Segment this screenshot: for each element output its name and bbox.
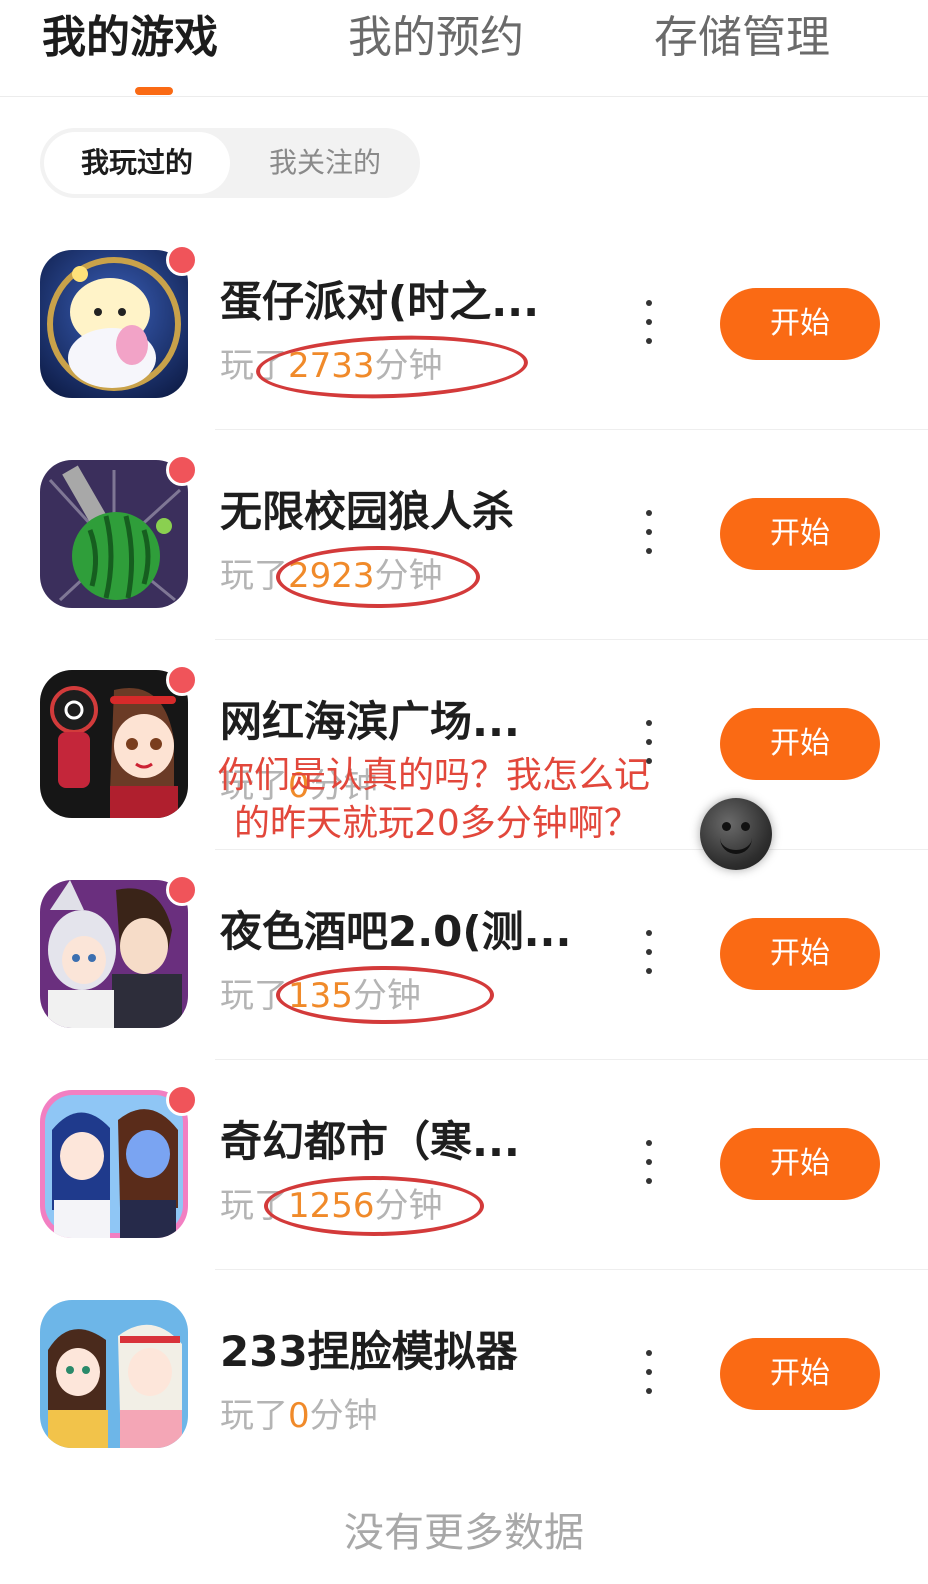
annotation-text-line2: 的昨天就玩20多分钟啊？ bbox=[234, 803, 640, 844]
active-tab-indicator bbox=[135, 87, 173, 95]
more-options-icon[interactable] bbox=[638, 300, 660, 344]
start-button[interactable]: 开始 bbox=[720, 288, 880, 360]
game-title: 夜色酒吧2.0(测... bbox=[220, 907, 572, 956]
segment-played[interactable]: 我玩过的 bbox=[44, 132, 230, 194]
watermelon-knife-icon[interactable] bbox=[40, 460, 188, 608]
start-button[interactable]: 开始 bbox=[720, 1338, 880, 1410]
smiley-face-icon bbox=[700, 798, 772, 870]
top-tab-bar: 我的游戏 我的预约 存储管理 bbox=[0, 0, 928, 97]
anime-girl-squid-guard-icon[interactable] bbox=[40, 670, 188, 818]
segment-followed[interactable]: 我关注的 bbox=[240, 128, 410, 198]
game-title: 奇幻都市（寒... bbox=[220, 1117, 520, 1166]
play-minutes: 0 bbox=[288, 1396, 310, 1436]
tab-my-reservations[interactable]: 我的预约 bbox=[348, 10, 524, 66]
game-title: 233捏脸模拟器 bbox=[220, 1327, 518, 1376]
tab-storage[interactable]: 存储管理 bbox=[654, 10, 830, 66]
more-options-icon[interactable] bbox=[638, 1140, 660, 1184]
annotation-circle bbox=[276, 546, 480, 608]
game-row[interactable]: 233捏脸模拟器 玩了0分钟 开始 bbox=[0, 1270, 928, 1480]
start-button[interactable]: 开始 bbox=[720, 1128, 880, 1200]
game-row[interactable]: 无限校园狼人杀 玩了2923分钟 开始 bbox=[0, 430, 928, 640]
notification-dot bbox=[166, 1084, 198, 1116]
notification-dot bbox=[166, 454, 198, 486]
more-options-icon[interactable] bbox=[638, 930, 660, 974]
more-options-icon[interactable] bbox=[638, 1350, 660, 1394]
start-button[interactable]: 开始 bbox=[720, 498, 880, 570]
start-button[interactable]: 开始 bbox=[720, 708, 880, 780]
played-followed-switch: 我玩过的 我关注的 bbox=[40, 128, 420, 198]
annotation-circle bbox=[264, 1176, 484, 1236]
annotation-circle bbox=[276, 966, 494, 1024]
start-button[interactable]: 开始 bbox=[720, 918, 880, 990]
face-maker-girls-icon[interactable] bbox=[40, 1300, 188, 1448]
notification-dot bbox=[166, 664, 198, 696]
fantasy-city-girls-icon[interactable] bbox=[40, 1090, 188, 1238]
game-row[interactable]: 蛋仔派对(时之... 玩了2733分钟 开始 bbox=[0, 220, 928, 430]
play-time: 玩了0分钟 bbox=[220, 1396, 378, 1436]
game-row[interactable]: 奇幻都市（寒... 玩了1256分钟 开始 bbox=[0, 1060, 928, 1270]
eggy-party-icon[interactable] bbox=[40, 250, 188, 398]
game-row[interactable]: 夜色酒吧2.0(测... 玩了135分钟 开始 bbox=[0, 850, 928, 1060]
game-title: 无限校园狼人杀 bbox=[220, 487, 515, 536]
no-more-data-text: 没有更多数据 bbox=[344, 1510, 584, 1556]
tab-my-games[interactable]: 我的游戏 bbox=[42, 10, 218, 66]
game-title: 蛋仔派对(时之... bbox=[220, 277, 540, 326]
notification-dot bbox=[166, 874, 198, 906]
game-title: 网红海滨广场... bbox=[220, 697, 520, 746]
catgirl-gentleman-icon[interactable] bbox=[40, 880, 188, 1028]
annotation-text-line1: 你们是认真的吗？我怎么记 bbox=[218, 755, 651, 796]
notification-dot bbox=[166, 244, 198, 276]
more-options-icon[interactable] bbox=[638, 510, 660, 554]
